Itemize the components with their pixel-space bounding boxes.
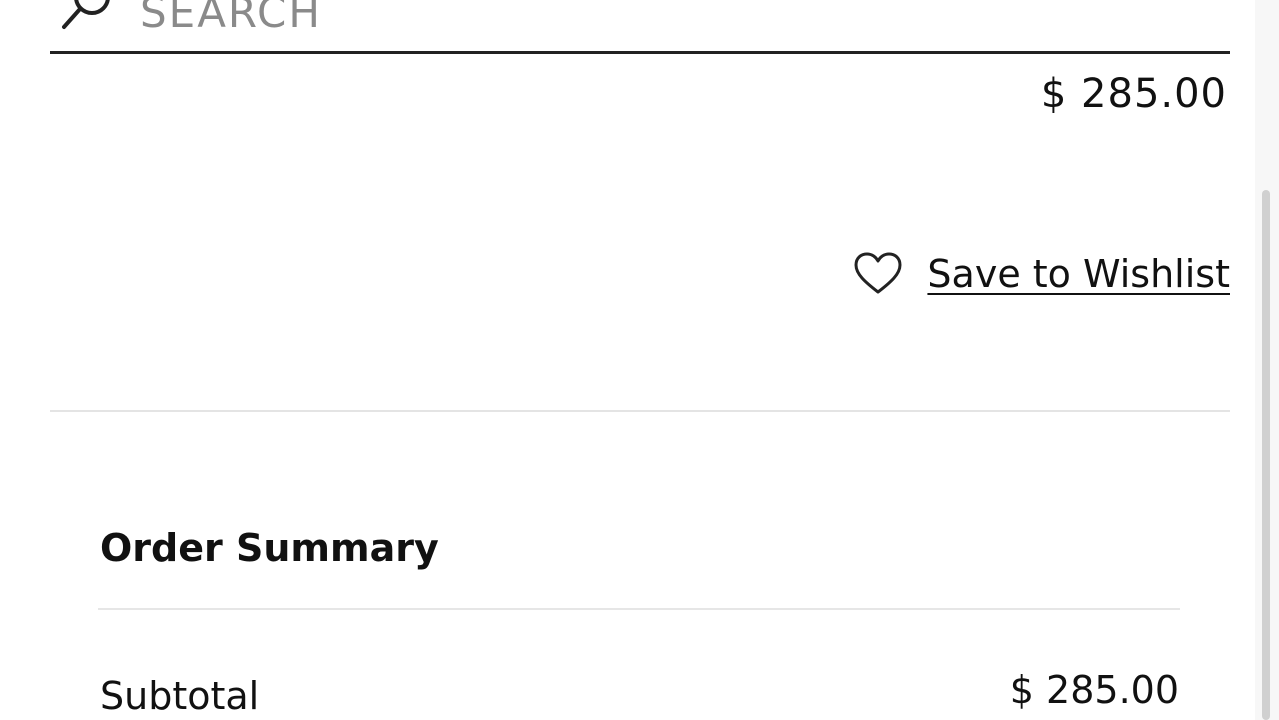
order-summary-title: Order Summary (100, 526, 439, 570)
subtotal-value: $ 285.00 (1009, 668, 1179, 712)
search-bar[interactable] (50, 0, 1230, 54)
item-price: $ 285.00 (1040, 71, 1227, 117)
heart-icon[interactable] (853, 252, 903, 296)
scrollbar-track[interactable] (1255, 0, 1279, 720)
section-divider (50, 410, 1230, 412)
search-icon[interactable] (56, 0, 116, 37)
cart-page: $ 285.00 Save to Wishlist Order Summary … (0, 0, 1279, 720)
search-input[interactable] (140, 0, 1040, 37)
scrollbar-thumb[interactable] (1262, 190, 1270, 720)
save-to-wishlist-link[interactable]: Save to Wishlist (853, 252, 1230, 296)
summary-divider (98, 608, 1180, 610)
wishlist-label[interactable]: Save to Wishlist (927, 252, 1230, 296)
subtotal-label: Subtotal (100, 674, 260, 718)
